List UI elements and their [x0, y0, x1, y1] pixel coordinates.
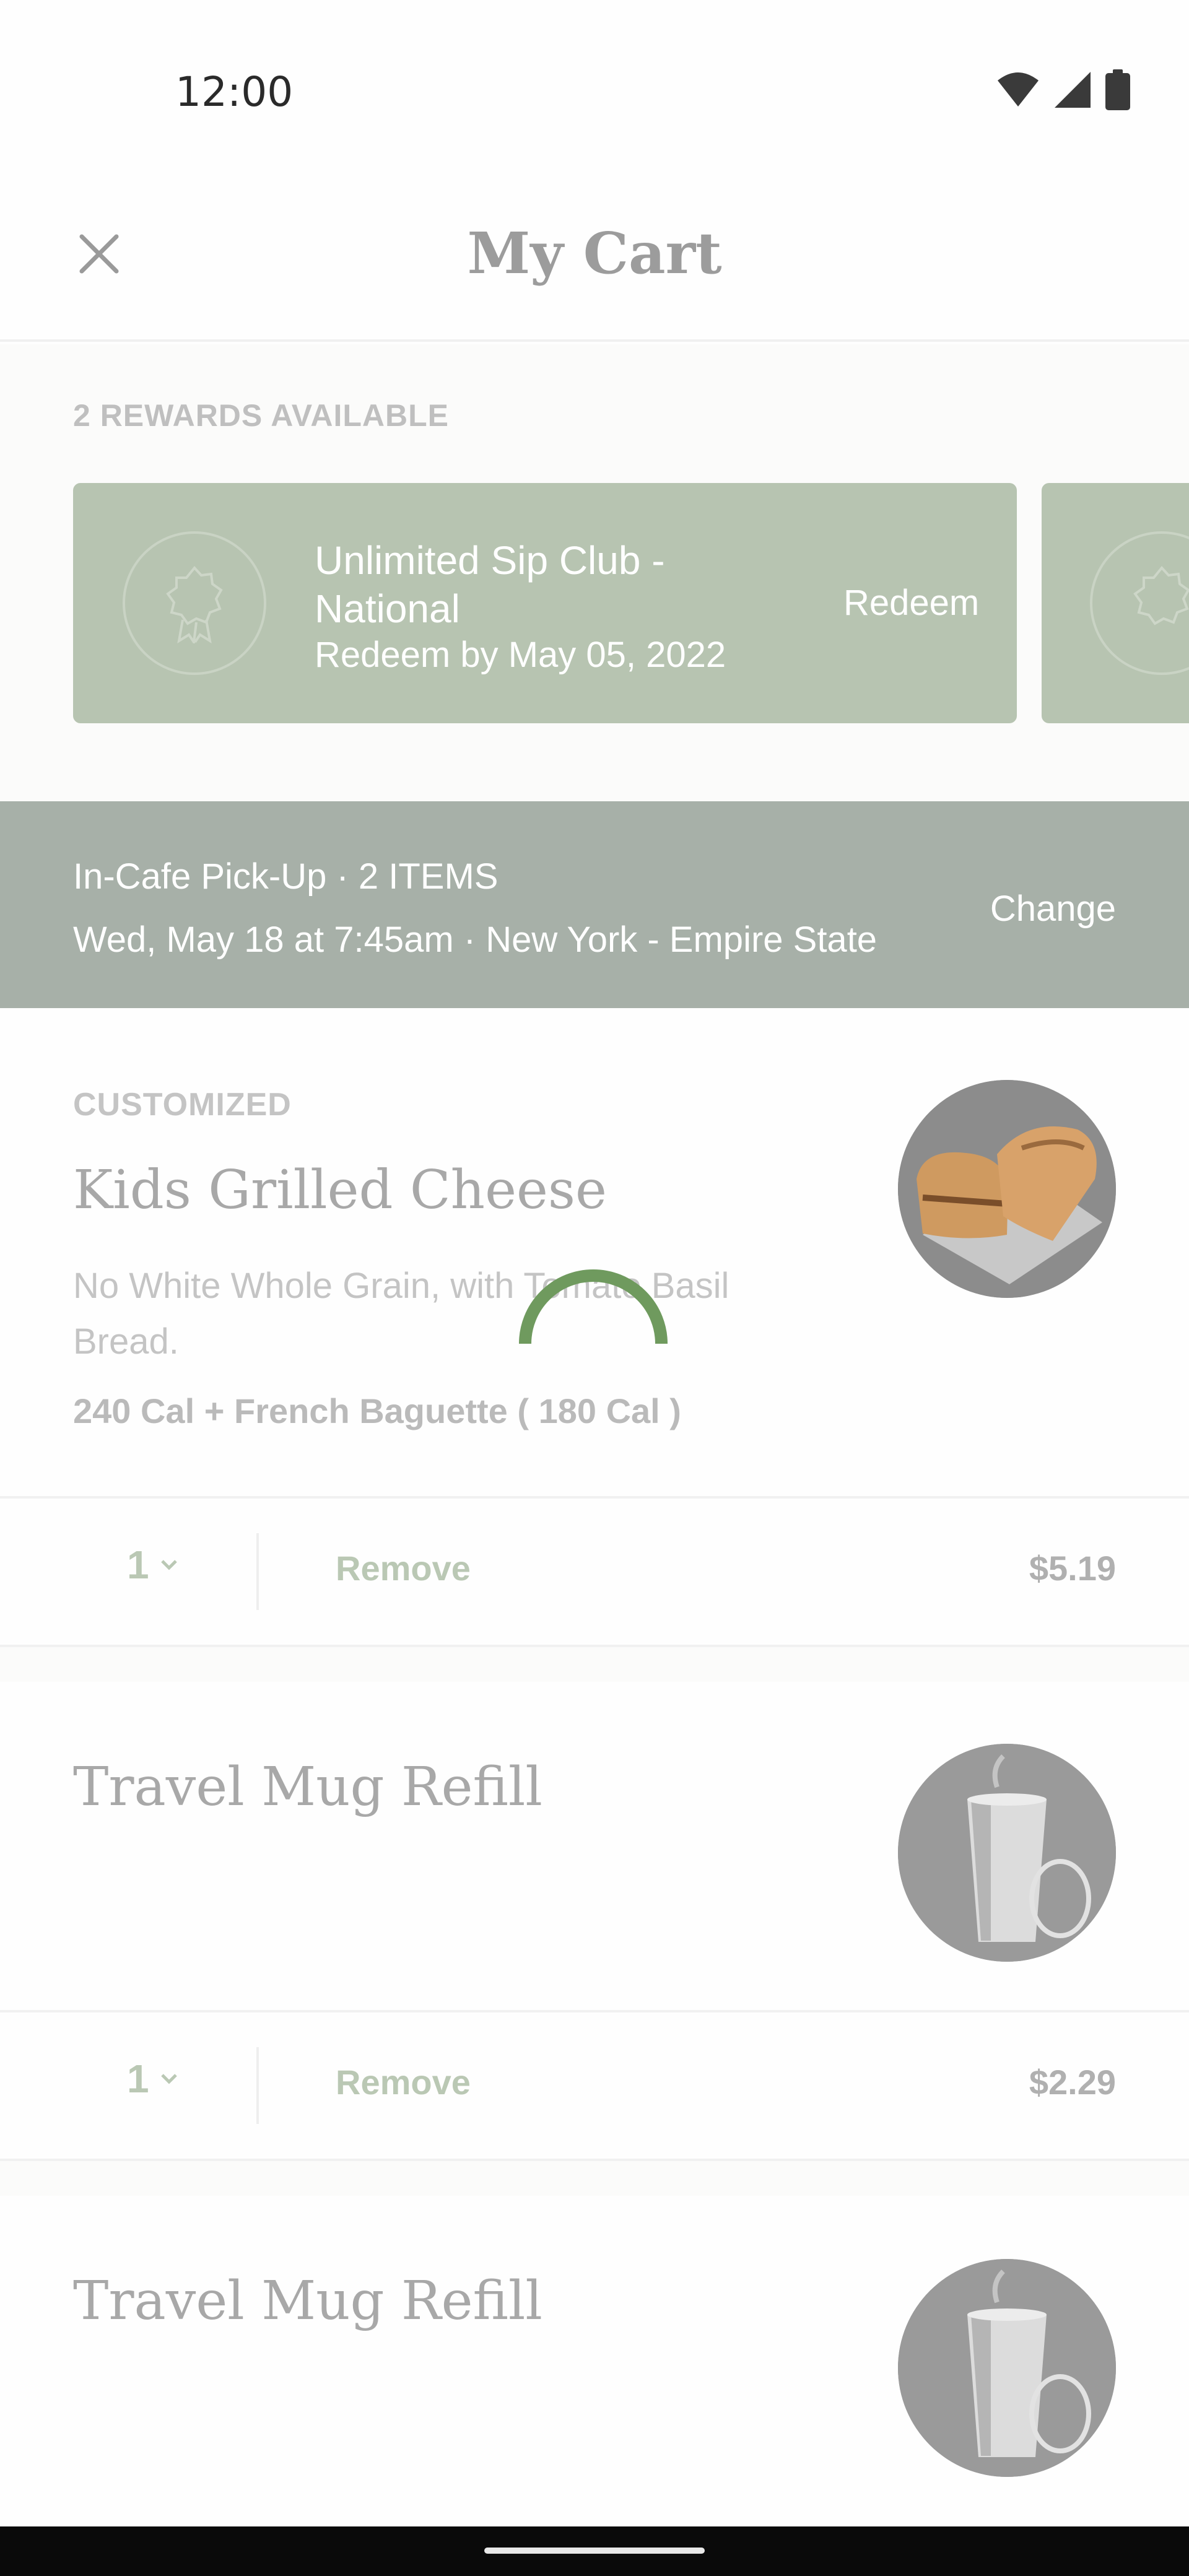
award-ribbon-icon: [1133, 565, 1189, 625]
travel-mug-image: [898, 1744, 1116, 1962]
wifi-icon: [998, 72, 1039, 107]
cart-item: Travel Mug Refill: [0, 2196, 1189, 2526]
reward-badge: [1090, 531, 1189, 675]
item-image: [898, 1744, 1116, 1962]
item-price: $5.19: [1029, 1549, 1116, 1588]
item-name: Travel Mug Refill: [73, 1756, 542, 1818]
award-ribbon-icon: [166, 565, 223, 643]
item-price: $2.29: [1029, 2063, 1116, 2102]
quantity-value: 1: [127, 2056, 149, 2101]
rewards-heading: 2 REWARDS AVAILABLE: [73, 398, 449, 433]
cart-item: CUSTOMIZED Kids Grilled Cheese No White …: [0, 1008, 1189, 1496]
status-time: 12:00: [175, 68, 294, 116]
item-description: No White Whole Grain, with Tomato Basil …: [73, 1266, 730, 1362]
grilled-cheese-image: [898, 1080, 1116, 1298]
status-icons: [996, 69, 1130, 110]
item-image: [898, 2259, 1116, 2477]
row-divider: [256, 1533, 259, 1610]
reward-card-next[interactable]: [1042, 483, 1189, 723]
reward-card[interactable]: Unlimited Sip Club - National Redeem by …: [73, 483, 1017, 723]
row-divider: [256, 2047, 259, 2124]
remove-button[interactable]: Remove: [336, 2062, 471, 2102]
remove-button[interactable]: Remove: [336, 1548, 471, 1588]
quantity-dropdown[interactable]: 1: [127, 2056, 178, 2102]
item-gap: [0, 2161, 1189, 2196]
item-name: Kids Grilled Cheese: [73, 1159, 607, 1221]
item-tag: CUSTOMIZED: [73, 1087, 292, 1123]
item-name: Travel Mug Refill: [73, 2270, 542, 2332]
quantity-dropdown[interactable]: 1: [127, 1542, 178, 1588]
chevron-down-icon: [160, 1560, 177, 1570]
pickup-summary: In-Cafe Pick-Up · 2 ITEMS: [73, 856, 499, 897]
loading-spinner: [519, 1269, 668, 1344]
pickup-banner: In-Cafe Pick-Up · 2 ITEMS Wed, May 18 at…: [0, 801, 1189, 1008]
item-actions: 1 Remove $2.29: [0, 2012, 1189, 2159]
chevron-down-icon: [160, 2074, 177, 2084]
redeem-button[interactable]: Redeem: [843, 582, 979, 624]
cart-item: Travel Mug Refill: [0, 1682, 1189, 2010]
reward-badge: [123, 531, 266, 675]
quantity-value: 1: [127, 1543, 149, 1587]
item-actions: 1 Remove $5.19: [0, 1499, 1189, 1645]
change-pickup-button[interactable]: Change: [990, 888, 1116, 929]
signal-icon: [1055, 72, 1091, 108]
item-gap: [0, 1647, 1189, 1682]
home-gesture-handle[interactable]: [484, 2548, 705, 2554]
travel-mug-image: [898, 2259, 1116, 2477]
reward-title: Unlimited Sip Club - National: [315, 538, 665, 631]
reward-expiry: Redeem by May 05, 2022: [315, 635, 726, 675]
battery-icon: [1105, 69, 1130, 110]
pickup-details: Wed, May 18 at 7:45am · New York - Empir…: [73, 920, 878, 960]
item-image: [898, 1080, 1116, 1298]
page-title: My Cart: [467, 220, 722, 287]
